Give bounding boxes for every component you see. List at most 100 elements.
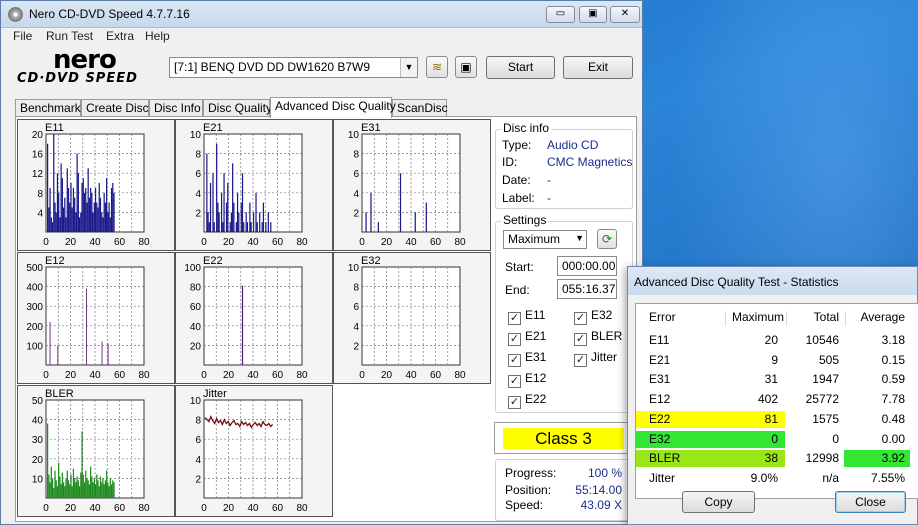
data-bar (76, 153, 78, 232)
start-button[interactable]: Start (486, 56, 555, 79)
chart-e12: E12 500 400 300 200 100 0 20 40 60 80 (17, 252, 175, 384)
chart-jitter: Jitter 10 8 6 4 2 0 20 40 60 80 (175, 385, 333, 517)
x-tick-label: 20 (381, 370, 393, 381)
checkbox-e21[interactable]: ✓ E21 (508, 329, 546, 346)
header-maximum[interactable]: Maximum (732, 308, 784, 327)
data-bar (102, 478, 104, 498)
checkbox-jitter[interactable]: ✓ Jitter (574, 350, 617, 367)
refresh-button[interactable]: ⟳ (597, 229, 617, 249)
cell-error: E31 (649, 372, 671, 387)
x-tick-label: 20 (65, 237, 77, 248)
data-bar (206, 153, 208, 232)
disc-class-box: Class 3 (494, 422, 632, 454)
x-tick-label: 40 (247, 237, 259, 248)
y-tick-label: 100 (184, 263, 201, 274)
data-bar (225, 202, 228, 232)
tab-disc-quality[interactable]: Disc Quality (203, 99, 272, 117)
data-bar (102, 217, 104, 232)
data-bar (72, 468, 75, 498)
exit-button[interactable]: Exit (563, 56, 633, 79)
position-label: Position: (505, 483, 552, 497)
data-bar (74, 197, 76, 232)
tab-disc-info[interactable]: Disc Info (149, 99, 203, 117)
checkbox-e22[interactable]: ✓ E22 (508, 392, 546, 409)
y-tick-label: 10 (348, 263, 360, 274)
menu-file[interactable]: File (13, 29, 32, 43)
data-bar (245, 212, 247, 232)
cell-total: 12998 (805, 451, 839, 466)
menu-run-test[interactable]: Run Test (46, 29, 93, 43)
dialog-title[interactable]: Advanced Disc Quality Test - Statistics (628, 267, 917, 295)
data-bar (60, 484, 62, 498)
menu-extra[interactable]: Extra (106, 29, 134, 43)
menu-help[interactable]: Help (145, 29, 170, 43)
data-bar (78, 217, 81, 232)
x-tick-label: 80 (296, 370, 308, 381)
mode-select[interactable]: Maximum ▼ (503, 230, 587, 249)
chart-title: E21 (203, 122, 223, 134)
checkbox-label: BLER (591, 329, 623, 343)
checkbox-e12[interactable]: ✓ E12 (508, 371, 546, 388)
data-bar (425, 202, 427, 232)
minimize-button[interactable]: ▭ (546, 6, 575, 23)
tab-advanced-disc-quality[interactable]: Advanced Disc Quality (270, 97, 396, 118)
data-bar (91, 476, 93, 498)
data-bar (60, 163, 62, 232)
data-bar (87, 480, 89, 498)
data-bar (53, 134, 55, 232)
data-bar (78, 486, 81, 498)
copy-button[interactable]: Copy (682, 491, 755, 513)
data-bar (82, 474, 84, 498)
disc-label-label: Label: (502, 191, 535, 205)
cell-average: 3.92 (881, 451, 905, 466)
y-tick-label: 16 (32, 150, 44, 161)
data-bar (86, 202, 88, 232)
y-tick-label: 10 (348, 130, 360, 141)
data-bar (267, 212, 269, 232)
maximize-button[interactable]: ▣ (579, 6, 607, 23)
header-total[interactable]: Total (791, 308, 839, 327)
data-bar (74, 478, 76, 498)
data-bar (65, 478, 67, 498)
drive-info-button[interactable]: ≋ (426, 56, 448, 78)
data-bar (66, 168, 68, 232)
progress-label: Progress: (505, 466, 557, 480)
checkbox-bler[interactable]: ✓ BLER (574, 329, 623, 346)
y-tick-label: 8 (353, 283, 359, 294)
x-tick-label: 20 (65, 503, 77, 514)
checkbox-e32[interactable]: ✓ E32 (574, 308, 612, 325)
x-tick-label: 60 (114, 370, 126, 381)
tab-scandisc[interactable]: ScanDisc (392, 99, 448, 117)
y-tick-label: 20 (32, 130, 44, 141)
y-tick-label: 8 (195, 150, 201, 161)
x-tick-label: 80 (138, 503, 150, 514)
close-button[interactable]: Close (835, 491, 906, 513)
y-tick-label: 4 (195, 455, 201, 466)
tab-create-disc[interactable]: Create Disc (81, 99, 149, 117)
statistics-table: Error Maximum Total Average E11 20 10546 3.… (635, 303, 918, 499)
header-error[interactable]: Error (649, 308, 676, 327)
data-bar (217, 202, 219, 232)
cell-total: 1947 (812, 372, 839, 387)
y-tick-label: 10 (190, 130, 202, 141)
table-row: E21 9 505 0.15 (636, 351, 918, 370)
close-window-button[interactable]: ✕ (610, 6, 640, 23)
checkbox-e11[interactable]: ✓ E11 (508, 308, 545, 325)
data-bar (377, 222, 379, 232)
tab-benchmark[interactable]: Benchmark (15, 99, 81, 117)
cell-maximum: 9 (771, 352, 778, 367)
drive-select[interactable]: [7:1] BENQ DVD DD DW1620 B7W9 ▼ (169, 57, 418, 78)
logo-product: CD·DVD SPEED (17, 71, 138, 86)
data-bar (109, 217, 111, 232)
minimize-icon: ▭ (555, 8, 566, 19)
save-button[interactable]: ▣ (455, 56, 477, 78)
x-tick-label: 20 (381, 237, 393, 248)
start-time-input[interactable]: 000:00.00 (557, 256, 617, 276)
header-average[interactable]: Average (850, 308, 905, 327)
end-time-input[interactable]: 055:16.37 (557, 279, 617, 299)
cell-average: 0.00 (881, 431, 905, 446)
title-bar[interactable]: Nero CD-DVD Speed 4.7.7.16 ▭ ▣ ✕ (1, 1, 642, 28)
data-bar (256, 222, 258, 232)
data-bar (61, 472, 63, 498)
checkbox-e31[interactable]: ✓ E31 (508, 350, 546, 367)
